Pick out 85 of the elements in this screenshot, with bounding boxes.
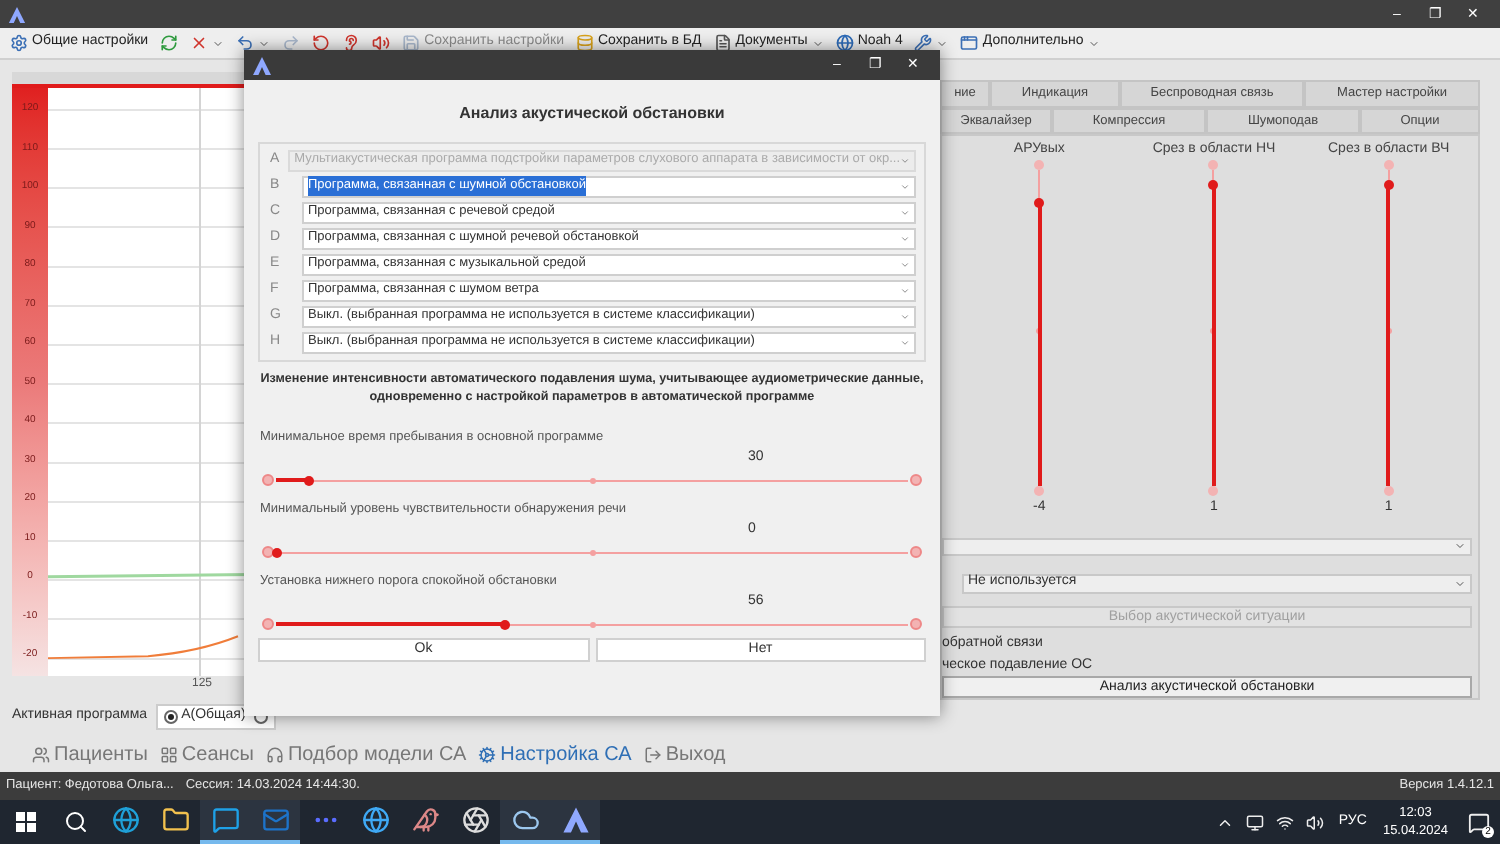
database-icon (575, 34, 594, 52)
slider-end-icon (910, 618, 922, 630)
globe-icon (835, 34, 854, 52)
cross-icon (190, 34, 209, 52)
vertical-slider[interactable] (1207, 170, 1220, 486)
slider-end-icon (1034, 160, 1045, 170)
caret-icon (1454, 577, 1466, 589)
nav-item[interactable]: Настройка СА (478, 739, 632, 769)
redo-icon (282, 34, 301, 52)
nav-item[interactable]: Пациенты (32, 739, 148, 769)
refresh-icon (160, 34, 179, 52)
globe-icon (361, 806, 389, 834)
slider-end-icon (910, 474, 922, 486)
caret-icon (936, 37, 949, 49)
app-logo-icon (8, 5, 26, 23)
taskbar-app[interactable] (250, 800, 300, 844)
grid-icon (159, 745, 178, 763)
slider-end-icon (910, 546, 922, 558)
caret-icon (900, 155, 910, 166)
slider-thumb[interactable] (272, 547, 282, 557)
slider-end-icon (1034, 486, 1045, 496)
reset-icon (312, 34, 331, 52)
dialog-title: Анализ акустической обстановки (457, 102, 727, 126)
slider-end-icon (1383, 486, 1394, 496)
caret-icon (258, 37, 271, 49)
cloud-icon (511, 806, 539, 834)
slider-thumb[interactable] (303, 475, 314, 485)
mail-icon (261, 806, 289, 834)
monitor-icon[interactable] (1246, 813, 1265, 831)
caret-icon (900, 337, 910, 348)
caret-icon (900, 233, 910, 244)
speaker-icon[interactable] (1306, 813, 1325, 831)
caret-icon (900, 311, 910, 322)
exit-icon (643, 745, 662, 763)
browser-icon (111, 806, 139, 834)
taskbar-app[interactable] (550, 800, 600, 844)
slider-end-icon (262, 546, 274, 558)
settings-icon (10, 34, 28, 52)
bird-icon (411, 806, 439, 834)
slider-thumb[interactable] (1383, 179, 1394, 190)
network-icon[interactable] (1276, 813, 1295, 831)
slider-end-icon (262, 618, 274, 630)
nav-item[interactable]: Выход (643, 739, 726, 769)
nav-item[interactable]: Сеансы (159, 739, 254, 769)
ear-icon (342, 34, 361, 52)
slider[interactable] (276, 617, 908, 631)
save-icon (402, 34, 421, 52)
caret-icon (900, 207, 910, 218)
vertical-slider[interactable] (1382, 170, 1395, 486)
taskbar-app[interactable] (200, 800, 250, 844)
slider-thumb[interactable] (1034, 198, 1045, 209)
gears-icon (478, 745, 497, 763)
slider-thumb[interactable] (499, 619, 510, 629)
user-group-icon (32, 745, 50, 763)
caret-icon (1087, 37, 1100, 49)
slider-end-icon (262, 474, 274, 486)
slider[interactable] (276, 545, 908, 559)
app-logo-icon (561, 806, 589, 834)
nav-item[interactable]: Подбор модели СА (265, 739, 467, 769)
folder-icon (161, 806, 189, 834)
wrench-icon (914, 34, 933, 52)
slider-thumb[interactable] (1208, 179, 1219, 190)
vertical-slider[interactable] (1033, 170, 1046, 486)
search-icon (63, 810, 87, 834)
caret-icon (212, 37, 225, 49)
undo-icon (236, 34, 255, 52)
windows-icon (15, 812, 35, 832)
slider-end-icon (1383, 160, 1394, 170)
headphones-icon (265, 745, 284, 763)
slider-end-icon (1208, 486, 1219, 496)
taskbar-app[interactable] (500, 800, 550, 844)
radio-button[interactable] (163, 709, 178, 723)
caret-icon (811, 37, 824, 49)
slider[interactable] (276, 473, 908, 487)
caret-icon (900, 181, 910, 192)
aperture-icon (461, 806, 489, 834)
caret-icon (900, 285, 910, 296)
caret-icon (900, 259, 910, 270)
slider-end-icon (1208, 160, 1219, 170)
chat-icon (211, 806, 239, 834)
speaker-icon (372, 34, 391, 52)
notification-icon (1467, 811, 1489, 833)
document-icon (713, 34, 732, 52)
caret-icon (1454, 540, 1466, 552)
window-icon (960, 34, 979, 52)
